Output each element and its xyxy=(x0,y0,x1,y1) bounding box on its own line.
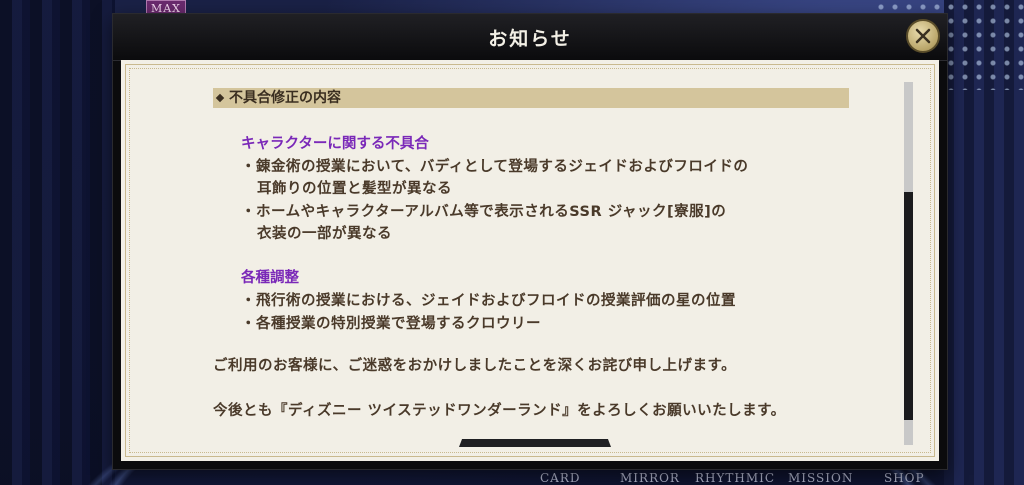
scrollbar-track[interactable] xyxy=(904,82,913,445)
scrollbar-thumb[interactable] xyxy=(904,192,913,420)
close-button[interactable] xyxy=(906,19,940,53)
section-header: 不具合修正の内容 xyxy=(213,88,849,108)
section-header-label: 不具合修正の内容 xyxy=(229,90,341,106)
bottom-nav: CARD MIRROR RHYTHMIC MISSION SHOP xyxy=(0,467,1024,485)
scroll-fade-handle xyxy=(459,439,611,447)
notice-content[interactable]: 不具合修正の内容 キャラクターに関する不具合 ・錬金術の授業において、バディとし… xyxy=(213,88,893,448)
nav-rhythmic[interactable]: RHYTHMIC xyxy=(695,471,775,485)
dialog-header: お知らせ xyxy=(113,14,947,61)
list-item: ・各種授業の特別授業で登場するクロウリー xyxy=(241,316,541,332)
list-item-continued: 衣装の一部が異なる xyxy=(257,226,392,242)
list-item-continued: 耳飾りの位置と髪型が異なる xyxy=(257,181,452,197)
nav-mirror[interactable]: MIRROR xyxy=(620,471,680,485)
close-icon xyxy=(915,28,931,44)
nav-card[interactable]: CARD xyxy=(540,471,581,485)
list-item: ・錬金術の授業において、バディとして登場するジェイドおよびフロイドの xyxy=(241,159,749,175)
apology-text: ご利用のお客様に、ご迷惑をおかけしましたことを深くお詫び申し上げます。 xyxy=(213,358,737,374)
group-heading-adjustments: 各種調整 xyxy=(241,270,299,286)
list-item: ・飛行術の授業における、ジェイドおよびフロイドの授業評価の星の位置 xyxy=(241,293,736,309)
nav-shop[interactable]: SHOP xyxy=(884,471,925,485)
closing-text: 今後とも『ディズニー ツイステッドワンダーランド』をよろしくお願いいたします。 xyxy=(213,403,786,419)
notice-paper: 不具合修正の内容 キャラクターに関する不具合 ・錬金術の授業において、バディとし… xyxy=(121,60,939,461)
group-heading-character: キャラクターに関する不具合 xyxy=(241,136,429,152)
list-item: ・ホームやキャラクターアルバム等で表示されるSSR ジャック[寮服]の xyxy=(241,204,727,220)
notice-dialog: お知らせ 不具合修正の内容 キャラクターに関する不具合 ・錬金術の授業において、… xyxy=(113,14,947,469)
diamond-icon xyxy=(215,93,225,103)
dialog-title: お知らせ xyxy=(488,28,572,50)
nav-mission[interactable]: MISSION xyxy=(788,471,853,485)
